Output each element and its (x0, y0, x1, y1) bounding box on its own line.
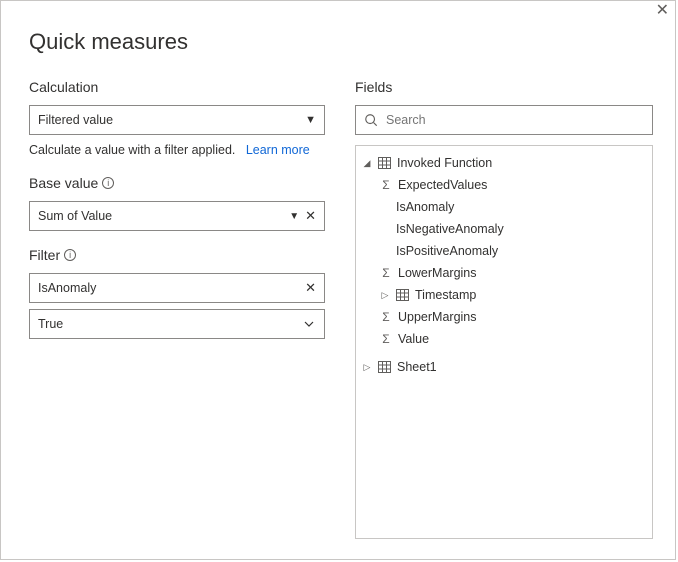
expand-icon: ▷ (362, 358, 372, 376)
right-column: Fields ◢ Invoked Function Σ (355, 79, 653, 539)
caret-down-icon: ▼ (305, 114, 316, 126)
info-icon[interactable]: i (102, 177, 114, 189)
chevron-down-icon (302, 317, 316, 331)
tree-label: Value (398, 330, 429, 348)
sigma-icon: Σ (380, 330, 392, 348)
tree-field-value[interactable]: Σ Value (360, 328, 648, 350)
filter-label-text: Filter (29, 247, 60, 263)
tree-label: IsPositiveAnomaly (396, 242, 498, 260)
clear-base-value-button[interactable]: ✕ (305, 208, 316, 224)
tree-field-isnegativeanomaly[interactable]: IsNegativeAnomaly (360, 218, 648, 240)
tree-label: Sheet1 (397, 358, 437, 376)
dialog-columns: Calculation Filtered value ▼ Calculate a… (29, 79, 653, 539)
base-value-field[interactable]: Sum of Value ▼ ✕ (29, 201, 325, 231)
tree-field-lowermargins[interactable]: Σ LowerMargins (360, 262, 648, 284)
table-icon (396, 289, 409, 301)
tree-field-timestamp[interactable]: ▷ Timestamp (360, 284, 648, 306)
expand-icon: ▷ (380, 286, 390, 304)
fields-tree: ◢ Invoked Function Σ ExpectedValues IsAn… (355, 145, 653, 539)
filter-field-text: IsAnomaly (38, 281, 96, 295)
table-icon (378, 361, 391, 373)
table-icon (378, 157, 391, 169)
close-button[interactable]: ✕ (652, 1, 673, 21)
tree-label: IsAnomaly (396, 198, 454, 216)
filter-label: Filter i (29, 247, 325, 263)
dialog-title: Quick measures (29, 29, 653, 55)
tree-table-invoked-function[interactable]: ◢ Invoked Function (360, 152, 648, 174)
tree-field-uppermargins[interactable]: Σ UpperMargins (360, 306, 648, 328)
left-column: Calculation Filtered value ▼ Calculate a… (29, 79, 325, 539)
filter-value-text: True (38, 317, 63, 331)
calculation-desc-text: Calculate a value with a filter applied. (29, 143, 235, 157)
tree-label: Invoked Function (397, 154, 492, 172)
tree-label: UpperMargins (398, 308, 477, 326)
caret-down-icon: ▼ (289, 211, 299, 222)
tree-label: LowerMargins (398, 264, 477, 282)
collapse-icon: ◢ (362, 154, 372, 172)
sigma-icon: Σ (380, 176, 392, 194)
learn-more-link[interactable]: Learn more (246, 143, 310, 157)
calculation-label: Calculation (29, 79, 325, 95)
tree-field-isanomaly[interactable]: IsAnomaly (360, 196, 648, 218)
tree-label: ExpectedValues (398, 176, 487, 194)
tree-table-sheet1[interactable]: ▷ Sheet1 (360, 356, 648, 378)
info-icon[interactable]: i (64, 249, 76, 261)
calculation-selected: Filtered value (38, 113, 113, 127)
tree-label: Timestamp (415, 286, 476, 304)
filter-value-dropdown[interactable]: True (29, 309, 325, 339)
tree-field-ispositiveanomaly[interactable]: IsPositiveAnomaly (360, 240, 648, 262)
base-value-text: Sum of Value (38, 209, 112, 223)
base-value-label-text: Base value (29, 175, 98, 191)
base-value-label: Base value i (29, 175, 325, 191)
fields-search[interactable] (355, 105, 653, 135)
fields-label: Fields (355, 79, 653, 95)
search-input[interactable] (386, 113, 644, 127)
sigma-icon: Σ (380, 308, 392, 326)
tree-label: IsNegativeAnomaly (396, 220, 504, 238)
calculation-dropdown[interactable]: Filtered value ▼ (29, 105, 325, 135)
sigma-icon: Σ (380, 264, 392, 282)
tree-field-expectedvalues[interactable]: Σ ExpectedValues (360, 174, 648, 196)
clear-filter-field-button[interactable]: ✕ (305, 280, 316, 296)
calculation-description: Calculate a value with a filter applied.… (29, 143, 325, 157)
quick-measures-dialog: ✕ Quick measures Calculation Filtered va… (0, 0, 676, 560)
filter-field[interactable]: IsAnomaly ✕ (29, 273, 325, 303)
search-icon (364, 113, 378, 127)
